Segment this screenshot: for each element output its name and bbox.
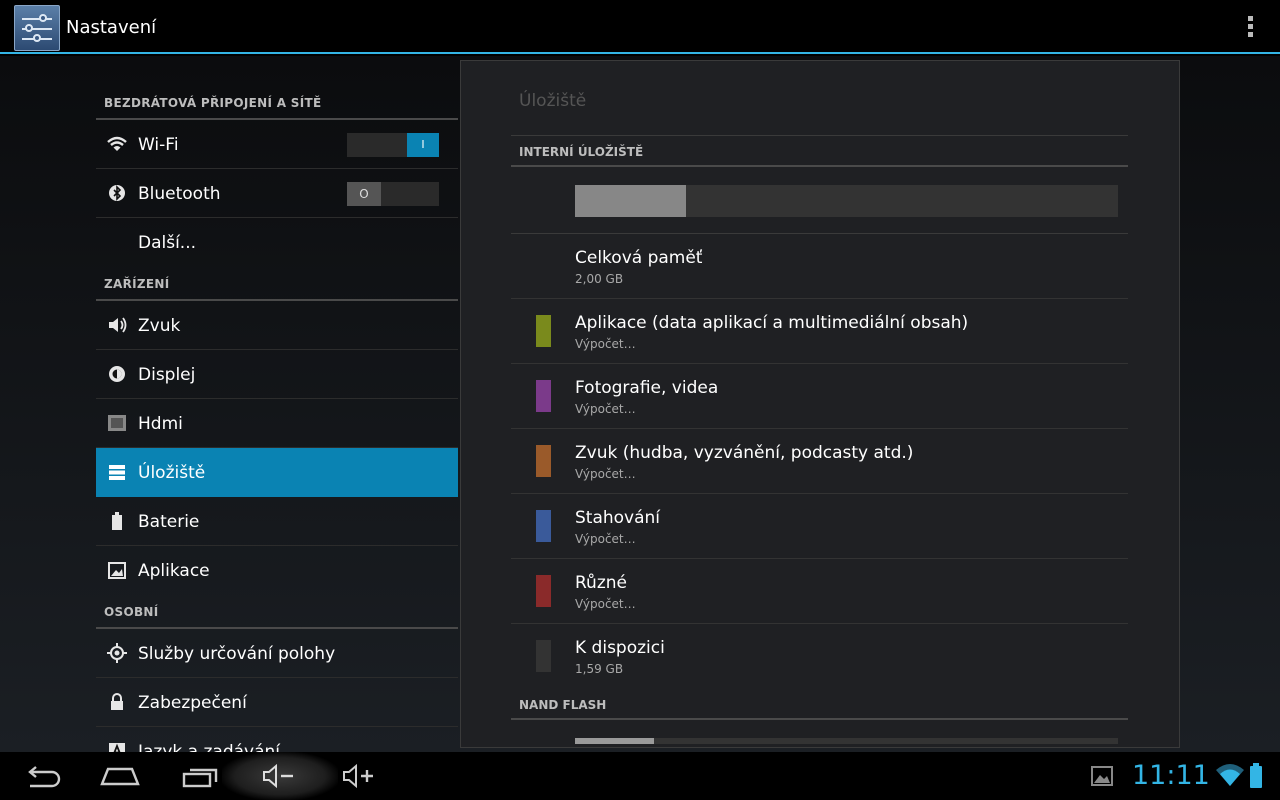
language-icon: [106, 740, 128, 752]
gallery-notification-icon[interactable]: [1076, 752, 1126, 800]
storage-row[interactable]: Celková paměť 2,00 GB: [511, 234, 1128, 299]
storage-color-swatch: [536, 315, 551, 347]
wifi-icon: [106, 133, 128, 155]
storage-row[interactable]: Fotografie, videa Výpočet…: [511, 364, 1128, 429]
location-icon: [106, 642, 128, 664]
panel-title: Úložiště: [519, 91, 587, 111]
settings-item-wifi[interactable]: Wi-Fi I: [96, 120, 458, 169]
settings-item-label: Úložiště: [138, 463, 206, 483]
storage-row[interactable]: Aplikace (data aplikací a multimediální …: [511, 299, 1128, 364]
back-icon[interactable]: [10, 752, 70, 800]
home-icon[interactable]: [90, 752, 150, 800]
settings-item-security[interactable]: Zabezpečení: [96, 678, 458, 727]
divider: [511, 165, 1128, 167]
settings-item-storage[interactable]: Úložiště: [96, 448, 458, 497]
action-bar: Nastavení: [0, 0, 1280, 54]
settings-item-label: Aplikace: [138, 561, 210, 581]
storage-row-title: Fotografie, videa: [575, 378, 719, 398]
settings-item-label: Displej: [138, 365, 196, 385]
storage-row-value: Výpočet…: [575, 337, 636, 351]
storage-icon: [106, 461, 128, 483]
speaker-icon: [106, 314, 128, 336]
storage-row-title: Aplikace (data aplikací a multimediální …: [575, 313, 969, 333]
storage-row[interactable]: Různé Výpočet…: [511, 559, 1128, 624]
settings-item-label: Bluetooth: [138, 184, 221, 204]
hdmi-icon: [106, 412, 128, 434]
storage-row-value: Výpočet…: [575, 597, 636, 611]
wifi-signal-icon: [1214, 752, 1246, 800]
internal-storage-usage-bar: [575, 185, 1118, 217]
settings-item-label: Služby určování polohy: [138, 644, 336, 664]
settings-item-apps[interactable]: Aplikace: [96, 546, 458, 595]
app-title: Nastavení: [66, 17, 157, 38]
apps-icon: [106, 559, 128, 581]
volume-up-icon[interactable]: [330, 752, 390, 800]
content-area: BEZDRÁTOVÁ PŘIPOJENÍ A SÍTĚ Wi-Fi I Blue…: [0, 56, 1280, 752]
wifi-toggle[interactable]: I: [347, 133, 439, 157]
battery-status-icon: [1250, 763, 1262, 788]
settings-item-label: Další...: [138, 233, 197, 253]
brightness-icon: [106, 363, 128, 385]
nand-flash-used-fill: [575, 738, 654, 744]
storage-row-title: Stahování: [575, 508, 661, 528]
storage-color-swatch: [536, 575, 551, 607]
nand-flash-header: NAND FLASH: [519, 698, 607, 712]
storage-row-value: Výpočet…: [575, 402, 636, 416]
toggle-on-label: I: [407, 133, 439, 157]
settings-item-label: Jazyk a zadávání: [138, 742, 281, 752]
volume-down-icon[interactable]: [250, 752, 310, 800]
section-header-wireless: BEZDRÁTOVÁ PŘIPOJENÍ A SÍTĚ: [96, 86, 458, 120]
storage-row[interactable]: Stahování Výpočet…: [511, 494, 1128, 559]
storage-row-value: 2,00 GB: [575, 272, 624, 286]
system-navigation-bar: 11:11: [0, 752, 1280, 800]
storage-panel[interactable]: Úložiště INTERNÍ ÚLOŽIŠTĚ Celková paměť 2…: [460, 60, 1180, 748]
bluetooth-toggle[interactable]: O: [347, 182, 439, 206]
settings-item-location[interactable]: Služby určování polohy: [96, 629, 458, 678]
settings-item-label: Baterie: [138, 512, 200, 532]
settings-item-label: Hdmi: [138, 414, 183, 434]
settings-item-label: Zabezpečení: [138, 693, 247, 713]
recent-apps-icon[interactable]: [170, 752, 230, 800]
storage-color-swatch: [536, 380, 551, 412]
status-clock[interactable]: 11:11: [1132, 760, 1210, 791]
settings-item-sound[interactable]: Zvuk: [96, 301, 458, 350]
nand-flash-usage-bar: [575, 738, 1118, 744]
settings-item-bluetooth[interactable]: Bluetooth O: [96, 169, 458, 218]
battery-icon: [106, 510, 128, 532]
internal-storage-used-fill: [575, 185, 687, 217]
settings-item-hdmi[interactable]: Hdmi: [96, 399, 458, 448]
settings-app-icon[interactable]: [14, 5, 60, 51]
storage-row[interactable]: K dispozici 1,59 GB: [511, 624, 1128, 689]
storage-row-value: 1,59 GB: [575, 662, 624, 676]
overflow-menu-icon[interactable]: [1248, 16, 1254, 38]
divider: [511, 718, 1128, 720]
settings-item-language[interactable]: Jazyk a zadávání: [96, 727, 458, 752]
divider: [511, 135, 1128, 136]
lock-icon: [106, 691, 128, 713]
section-header-device: ZAŘÍZENÍ: [96, 267, 458, 301]
storage-row-title: Celková paměť: [575, 248, 703, 268]
toggle-off-label: O: [347, 182, 381, 206]
storage-row[interactable]: Zvuk (hudba, vyzvánění, podcasty atd.) Vý…: [511, 429, 1128, 494]
internal-storage-header: INTERNÍ ÚLOŽIŠTĚ: [519, 145, 644, 159]
storage-row-value: Výpočet…: [575, 532, 636, 546]
settings-list[interactable]: BEZDRÁTOVÁ PŘIPOJENÍ A SÍTĚ Wi-Fi I Blue…: [96, 86, 458, 752]
storage-row-title: K dispozici: [575, 638, 665, 658]
settings-item-label: Wi-Fi: [138, 135, 179, 155]
settings-item-battery[interactable]: Baterie: [96, 497, 458, 546]
storage-row-title: Různé: [575, 573, 627, 593]
storage-color-swatch: [536, 640, 551, 672]
storage-color-swatch: [536, 445, 551, 477]
settings-item-label: Zvuk: [138, 316, 181, 336]
section-header-personal: OSOBNÍ: [96, 595, 458, 629]
storage-row-title: Zvuk (hudba, vyzvánění, podcasty atd.): [575, 443, 914, 463]
settings-item-more[interactable]: Další...: [96, 218, 458, 267]
storage-row-value: Výpočet…: [575, 467, 636, 481]
storage-color-swatch: [536, 510, 551, 542]
settings-item-display[interactable]: Displej: [96, 350, 458, 399]
bluetooth-icon: [106, 182, 128, 204]
